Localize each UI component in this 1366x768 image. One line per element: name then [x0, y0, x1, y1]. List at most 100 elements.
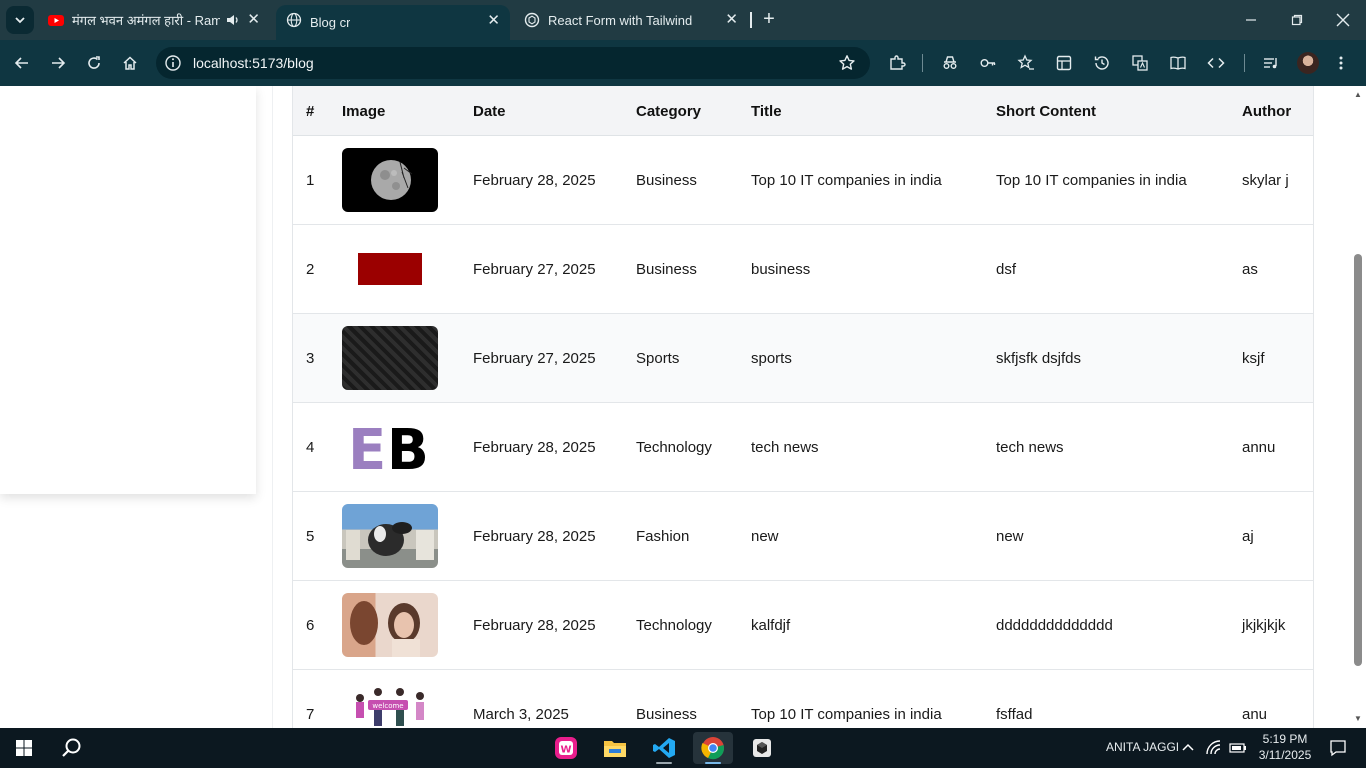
taskbar-vscode[interactable] — [644, 732, 684, 764]
tray-battery[interactable] — [1226, 732, 1250, 764]
cell-title: sports — [751, 350, 792, 367]
cell-num: 1 — [306, 172, 315, 189]
tab-blog[interactable]: Blog cr ✕ — [276, 5, 510, 40]
close-icon — [1336, 13, 1350, 27]
address-bar[interactable]: localhost:5173/blog — [156, 47, 870, 79]
cell-title: Top 10 IT companies in india — [751, 172, 942, 189]
scrollbar-thumb[interactable] — [1354, 254, 1362, 666]
svg-text:W: W — [560, 745, 571, 756]
taskbar-app[interactable] — [742, 732, 782, 764]
tray-overflow-button[interactable] — [1176, 732, 1200, 764]
header-date: Date — [473, 103, 506, 120]
table-row[interactable]: 3 February 27, 2025 Sports sports skfjsf… — [293, 314, 1313, 403]
close-tab-icon[interactable]: ✕ — [487, 13, 500, 28]
welcome-illustration-thumbnail: welcome — [342, 682, 438, 728]
close-window-button[interactable] — [1320, 0, 1366, 40]
speaker-icon[interactable] — [226, 13, 240, 27]
cell-short-content: Top 10 IT companies in india — [996, 172, 1187, 189]
cell-date: February 28, 2025 — [473, 528, 596, 545]
taskbar-wamp[interactable]: W — [546, 732, 586, 764]
taskbar-chrome[interactable] — [693, 732, 733, 764]
playlist-icon — [1264, 58, 1277, 69]
tab-label: React Form with Tailwind — [548, 12, 693, 28]
search-button[interactable] — [52, 732, 92, 764]
restore-icon — [1291, 14, 1303, 26]
page-scrollbar[interactable]: ▲ ▼ — [1350, 86, 1366, 728]
clock-time: 5:19 PM — [1262, 732, 1308, 746]
tray-clock[interactable]: 5:19 PM 3/11/2025 — [1256, 731, 1314, 763]
translate-button[interactable] — [1127, 50, 1153, 76]
tray-user-name[interactable]: ANITA JAGGI — [1106, 740, 1179, 754]
cell-num: 5 — [306, 528, 315, 545]
header-author: Author — [1242, 103, 1292, 120]
favorites-button[interactable] — [1013, 50, 1039, 76]
minimize-icon — [1246, 19, 1256, 21]
new-tab-button[interactable]: + — [758, 8, 780, 30]
globe-icon — [286, 12, 302, 28]
tray-network[interactable] — [1202, 732, 1226, 764]
folder-icon — [604, 741, 626, 757]
cell-short-content: dsf — [996, 261, 1017, 278]
close-tab-icon[interactable]: ✕ — [247, 12, 260, 27]
cell-num: 3 — [306, 350, 315, 367]
history-button[interactable] — [1089, 50, 1115, 76]
reload-icon — [88, 56, 100, 69]
minimize-button[interactable] — [1228, 0, 1274, 40]
password-manager-button[interactable] — [975, 50, 1001, 76]
header-image: Image — [342, 103, 386, 120]
wifi-icon — [1206, 740, 1221, 755]
translate-icon — [1132, 55, 1148, 71]
forward-button[interactable] — [45, 50, 71, 76]
profile-avatar[interactable] — [1297, 52, 1319, 74]
dog-photo-thumbnail — [342, 504, 438, 568]
scroll-up-icon[interactable]: ▲ — [1353, 90, 1363, 100]
table-row[interactable]: 7 welcome March 3, 2025 Business Top 10 … — [293, 670, 1313, 728]
toolbar-divider — [1244, 54, 1245, 72]
table-row[interactable]: 5 February 28, 2025 Fashion new new aj — [293, 492, 1313, 581]
table-row[interactable]: 6 February 28, 2025 Technology kalfdjf d… — [293, 581, 1313, 670]
tab-react-form[interactable]: React Form with Tailwind ✕ — [514, 0, 748, 40]
cell-date: February 28, 2025 — [473, 172, 596, 189]
scroll-down-icon[interactable]: ▼ — [1353, 714, 1363, 724]
media-control-button[interactable] — [1258, 50, 1284, 76]
incognito-extension-button[interactable] — [937, 50, 963, 76]
extensions-button[interactable] — [884, 50, 910, 76]
clock-date: 3/11/2025 — [1258, 748, 1312, 762]
bookmark-star-icon[interactable] — [838, 54, 856, 72]
taskbar-file-explorer[interactable] — [595, 732, 635, 764]
header-num: # — [306, 103, 315, 120]
table-row[interactable]: 4 EB EB February 28, 2025 Technology tech… — [293, 403, 1313, 492]
start-button[interactable] — [4, 732, 44, 764]
dev-tools-button[interactable] — [1203, 50, 1229, 76]
moon-thumbnail — [342, 148, 438, 212]
restore-button[interactable] — [1274, 0, 1320, 40]
cell-num: 7 — [306, 706, 315, 723]
tab-search-button[interactable] — [6, 6, 34, 34]
chevron-up-icon — [1182, 743, 1194, 751]
reload-button[interactable] — [81, 50, 107, 76]
table-row[interactable]: 2 February 27, 2025 Business business ds… — [293, 225, 1313, 314]
chevron-down-icon — [15, 17, 25, 24]
cell-author: anu — [1242, 706, 1268, 723]
arrow-left-icon — [14, 57, 28, 69]
table-row[interactable]: 1 February 28, 2025 Business Top 10 IT c… — [293, 136, 1313, 225]
cell-num: 2 — [306, 261, 315, 278]
close-tab-icon[interactable]: ✕ — [725, 12, 738, 27]
browser-menu-button[interactable] — [1328, 50, 1354, 76]
url-text[interactable]: localhost:5173/blog — [193, 55, 314, 71]
notifications-button[interactable] — [1318, 732, 1358, 764]
woman-photo-thumbnail — [342, 593, 438, 657]
chatgpt-icon — [524, 12, 540, 28]
cell-title: tech news — [751, 439, 819, 456]
tab-label: मंगल भवन अमंगल हारी - Ram — [72, 13, 220, 28]
home-button[interactable] — [117, 50, 143, 76]
site-info-icon[interactable] — [164, 54, 182, 72]
tab-youtube[interactable]: मंगल भवन अमंगल हारी - Ram ✕ — [40, 0, 270, 40]
cell-date: February 27, 2025 — [473, 350, 596, 367]
youtube-icon — [48, 15, 64, 26]
dark-pattern-thumbnail — [342, 326, 438, 390]
back-button[interactable] — [9, 50, 35, 76]
collections-button[interactable] — [1051, 50, 1077, 76]
tab-divider — [750, 12, 752, 28]
reading-view-button[interactable] — [1165, 50, 1191, 76]
